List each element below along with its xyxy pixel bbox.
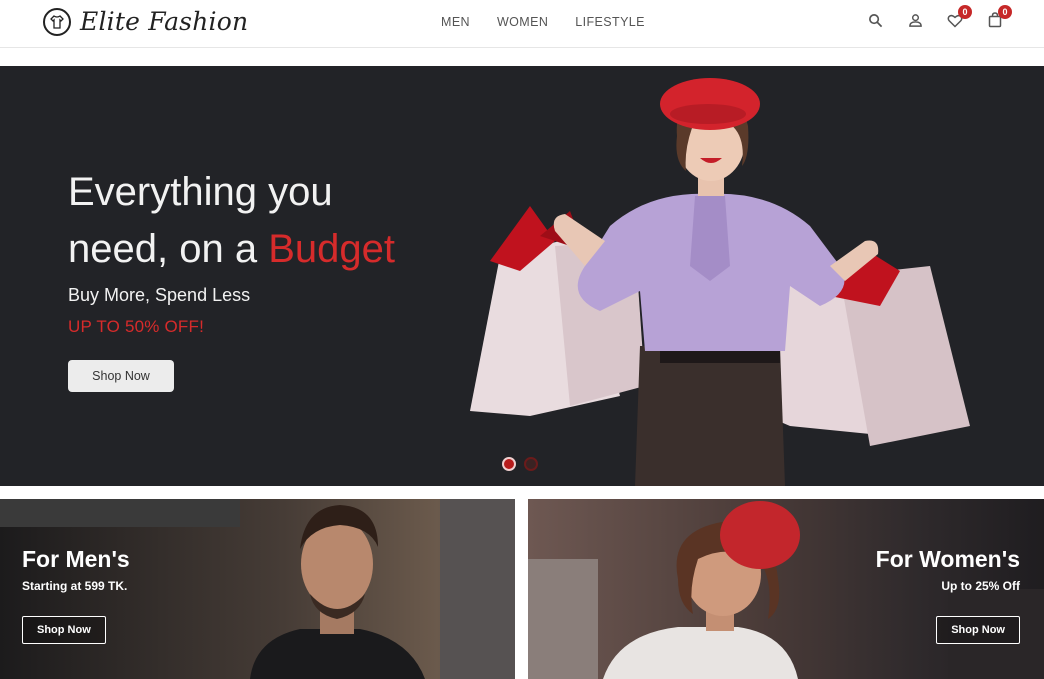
- hero-carousel: Everything you need, on a Budget Buy Mor…: [0, 66, 1044, 486]
- brand-name: Elite Fashion: [80, 7, 249, 36]
- women-banner-title: For Women's: [875, 546, 1020, 572]
- men-shop-now-button[interactable]: Shop Now: [22, 616, 106, 644]
- cart-count-badge: 0: [998, 5, 1012, 19]
- carousel-dot-2[interactable]: [524, 457, 538, 471]
- category-banner-women[interactable]: For Women's Up to 25% Off Shop Now: [528, 499, 1044, 679]
- hero-model-image: [470, 78, 970, 486]
- women-shop-now-button[interactable]: Shop Now: [936, 616, 1020, 644]
- wishlist-count-badge: 0: [958, 5, 972, 19]
- nav-item-women[interactable]: WOMEN: [497, 15, 548, 29]
- user-icon[interactable]: [906, 11, 924, 29]
- header-actions: 0 0: [866, 5, 1012, 29]
- brand-logo[interactable]: Elite Fashion: [43, 7, 248, 36]
- main-nav: MEN WOMEN LIFESTYLE: [441, 15, 645, 29]
- site-header: Elite Fashion MEN WOMEN LIFESTYLE 0 0: [0, 0, 1044, 48]
- hero-subtitle: Buy More, Spend Less: [68, 285, 251, 305]
- hero-title-line1: Everything you: [68, 170, 333, 214]
- hero-title: Everything you need, on a Budget: [68, 164, 488, 278]
- nav-item-lifestyle[interactable]: LIFESTYLE: [575, 15, 645, 29]
- hero-title-line2: need, on a: [68, 227, 269, 271]
- cart-button[interactable]: 0: [986, 5, 1012, 29]
- carousel-dots: [502, 457, 538, 471]
- hero-offer: UP TO 50% OFF!: [68, 317, 205, 336]
- hero-shop-now-button[interactable]: Shop Now: [68, 360, 174, 392]
- search-icon[interactable]: [866, 11, 884, 29]
- carousel-dot-1[interactable]: [502, 457, 516, 471]
- men-banner-title: For Men's: [22, 546, 130, 572]
- hero-title-accent: Budget: [268, 227, 395, 271]
- wishlist-button[interactable]: 0: [946, 5, 972, 29]
- shirt-logo-icon: [43, 7, 71, 36]
- women-banner-subtitle: Up to 25% Off: [941, 579, 1020, 593]
- nav-item-men[interactable]: MEN: [441, 15, 470, 29]
- category-banner-men[interactable]: For Men's Starting at 599 TK. Shop Now: [0, 499, 515, 679]
- men-banner-subtitle: Starting at 599 TK.: [22, 579, 128, 593]
